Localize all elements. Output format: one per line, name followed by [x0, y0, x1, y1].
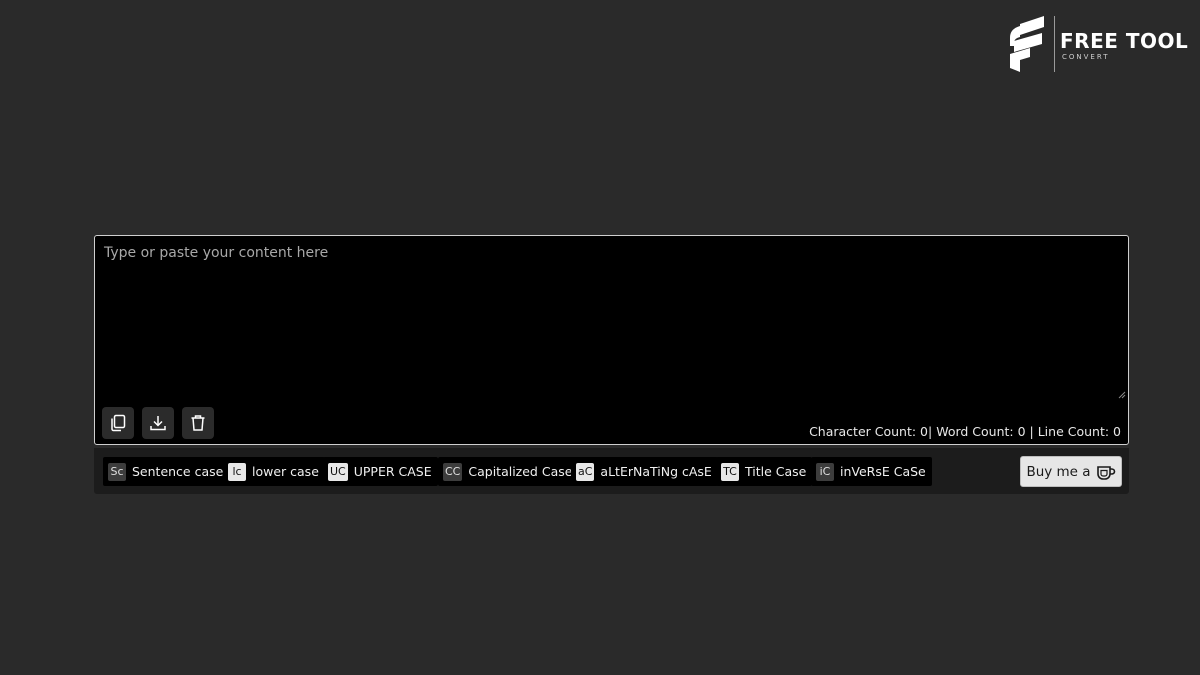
- copy-icon: [111, 414, 126, 432]
- brand-subtitle: CONVERT: [1062, 53, 1110, 61]
- trash-icon: [191, 415, 205, 431]
- case-badge: aC: [576, 462, 595, 481]
- case-label: Sentence case: [132, 464, 224, 479]
- brand-logo[interactable]: FREE TOOL CONVERT: [1008, 16, 1188, 74]
- content-textarea[interactable]: [95, 236, 1128, 402]
- case-label: aLtErNaTiNg cAsE: [600, 464, 712, 479]
- page: FREE TOOL CONVERT Type or paste your con…: [0, 0, 1200, 675]
- download-button[interactable]: [142, 407, 174, 439]
- inverse-case-button[interactable]: iC inVeRsE CaSe: [811, 457, 932, 486]
- brand-title: FREE TOOL: [1060, 29, 1189, 53]
- case-badge: UC: [328, 462, 348, 481]
- case-badge: CC: [443, 462, 463, 481]
- logo-mark-icon: [1010, 16, 1044, 72]
- download-icon: [150, 416, 166, 431]
- delete-button[interactable]: [182, 407, 214, 439]
- case-label: UPPER CASE: [353, 464, 432, 479]
- title-case-button[interactable]: TC Title Case: [716, 457, 813, 486]
- coffee-cup-icon: [1096, 465, 1115, 480]
- text-editor: Character Count: 0| Word Count: 0 | Line…: [94, 235, 1129, 445]
- case-toolbar: Sc Sentence case lc lower case UC UPPER …: [94, 448, 1129, 494]
- case-label: Title Case: [745, 464, 807, 479]
- case-badge: TC: [721, 462, 739, 481]
- count-summary: Character Count: 0| Word Count: 0 | Line…: [809, 424, 1121, 439]
- logo-divider: [1054, 16, 1055, 72]
- copy-button[interactable]: [102, 407, 134, 439]
- coffee-label: Buy me a: [1026, 463, 1091, 480]
- capitalized-case-button[interactable]: CC Capitalized Case: [438, 457, 579, 486]
- alternating-case-button[interactable]: aC aLtErNaTiNg cAsE: [571, 457, 718, 486]
- case-badge: iC: [816, 462, 834, 481]
- case-label: lower case: [252, 464, 319, 479]
- sentence-case-button[interactable]: Sc Sentence case: [103, 457, 230, 486]
- case-badge: Sc: [108, 462, 126, 481]
- buy-me-a-coffee-button[interactable]: Buy me a: [1020, 456, 1122, 487]
- case-label: inVeRsE CaSe: [840, 464, 926, 479]
- resize-grip-icon[interactable]: [1118, 391, 1126, 399]
- lower-case-button[interactable]: lc lower case: [223, 457, 325, 486]
- case-label: Capitalized Case: [468, 464, 573, 479]
- upper-case-button[interactable]: UC UPPER CASE: [323, 457, 438, 486]
- case-badge: lc: [228, 462, 246, 481]
